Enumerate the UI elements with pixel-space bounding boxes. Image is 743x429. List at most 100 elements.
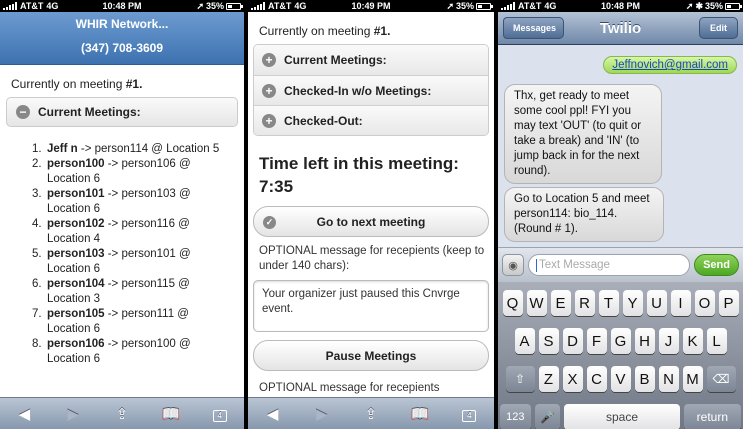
- meeting-text: person101 -> person103 @ Location 6: [47, 187, 230, 217]
- messages-back-button[interactable]: Messages: [503, 17, 565, 39]
- accordion-current-meetings[interactable]: + Current Meetings:: [254, 45, 488, 75]
- pause-meetings-button[interactable]: Pause Meetings: [253, 340, 489, 371]
- accordion-checked-out[interactable]: + Checked-Out:: [254, 105, 488, 135]
- key-k[interactable]: K: [682, 328, 703, 354]
- accordion-label: Checked-Out:: [284, 113, 363, 128]
- message-input-bar: ◉ Text Message Send: [498, 247, 743, 282]
- key-l[interactable]: L: [706, 328, 727, 354]
- key-o[interactable]: O: [694, 290, 715, 316]
- tabs-button[interactable]: 4: [454, 405, 484, 422]
- plus-icon: +: [262, 113, 276, 128]
- key-r[interactable]: R: [574, 290, 595, 316]
- message-thread[interactable]: Jeffnovich@gmail.com Thx, get ready to m…: [498, 45, 743, 247]
- meeting-number: #1.: [373, 24, 391, 38]
- forward-arrow-icon[interactable]: ▶: [58, 405, 88, 423]
- meeting-list-item: 7. person105 -> person111 @ Location 6: [32, 307, 230, 337]
- key-s[interactable]: S: [538, 328, 559, 354]
- next-meeting-button[interactable]: ✓ Go to next meeting: [253, 206, 489, 237]
- key-w[interactable]: W: [526, 290, 547, 316]
- received-message-bubble: Go to Location 5 and meet person114: bio…: [504, 187, 664, 242]
- key-x[interactable]: X: [562, 366, 583, 392]
- key-j[interactable]: J: [658, 328, 679, 354]
- meeting-text: person105 -> person111 @ Location 6: [47, 307, 230, 337]
- browser-toolbar: ◀ ▶ ⇪ 📖 4: [248, 397, 494, 429]
- key-m[interactable]: M: [682, 366, 703, 392]
- pause-meetings-label: Pause Meetings: [325, 348, 417, 363]
- check-icon: ✓: [263, 216, 276, 229]
- key-c[interactable]: C: [586, 366, 607, 392]
- numbers-key[interactable]: 123: [500, 404, 531, 429]
- carrier-label: AT&T: [518, 1, 542, 11]
- meeting-arrow: ->: [104, 248, 122, 260]
- meeting-list-item: 5. person103 -> person101 @ Location 6: [32, 247, 230, 277]
- key-h[interactable]: H: [634, 328, 655, 354]
- status-bar: AT&T 4G 10:48 PM ➚ ✱ 35%: [498, 0, 743, 12]
- shift-key[interactable]: ⇧: [505, 366, 535, 392]
- battery-percent: 35%: [455, 1, 474, 11]
- key-p[interactable]: P: [718, 290, 739, 316]
- meeting-number: 3.: [32, 188, 42, 200]
- microphone-icon: 🎤: [539, 410, 555, 424]
- key-g[interactable]: G: [610, 328, 631, 354]
- key-e[interactable]: E: [550, 290, 571, 316]
- meeting-list-item: 3. person101 -> person103 @ Location 6: [32, 187, 230, 217]
- camera-icon: ◉: [508, 259, 518, 272]
- network-label: 4G: [544, 1, 557, 11]
- meeting-text: person106 -> person100 @ Location 6: [47, 337, 230, 367]
- phone-screen-messages: AT&T 4G 10:48 PM ➚ ✱ 35% Messages Twilio…: [498, 0, 743, 429]
- key-v[interactable]: V: [610, 366, 631, 392]
- dictation-key[interactable]: 🎤: [534, 404, 561, 429]
- status-bar: AT&T 4G 10:48 PM ➚ 35%: [0, 0, 244, 12]
- sent-message-bubble[interactable]: Jeffnovich@gmail.com: [603, 56, 737, 74]
- key-a[interactable]: A: [514, 328, 535, 354]
- meeting-text: person100 -> person106 @ Location 6: [47, 157, 230, 187]
- on-screen-keyboard: QWERTYUIOP ASDFGHJKL ⇧ ZXCVBNM ⌫ 123 🎤 s…: [498, 282, 743, 429]
- bluetooth-icon: ✱: [695, 0, 703, 11]
- battery-icon: [725, 2, 742, 10]
- accordion-checked-in[interactable]: + Checked-In w/o Meetings:: [254, 75, 488, 105]
- delete-key[interactable]: ⌫: [706, 366, 736, 392]
- meetings-list: 1. Jeff n -> person114 @ Location 5 2. pers…: [32, 142, 244, 367]
- keyboard-row-1: QWERTYUIOP: [500, 290, 741, 316]
- return-key[interactable]: return: [683, 404, 741, 429]
- back-arrow-icon[interactable]: ◀: [9, 405, 39, 423]
- phone-number[interactable]: (347) 708-3609: [0, 41, 244, 55]
- meeting-arrow: ->: [104, 158, 122, 170]
- key-n[interactable]: N: [658, 366, 679, 392]
- backspace-icon: ⌫: [712, 372, 730, 386]
- meeting-arrow: ->: [104, 338, 122, 350]
- phone-screen-controls: AT&T 4G 10:49 PM ➚ 35% Currently on meet…: [248, 0, 494, 429]
- key-d[interactable]: D: [562, 328, 583, 354]
- bookmarks-icon[interactable]: 📖: [405, 405, 435, 423]
- share-icon[interactable]: ⇪: [107, 405, 137, 423]
- back-arrow-icon[interactable]: ◀: [258, 405, 288, 423]
- forward-arrow-icon[interactable]: ▶: [307, 405, 337, 423]
- key-u[interactable]: U: [646, 290, 667, 316]
- camera-button[interactable]: ◉: [502, 254, 524, 276]
- meeting-person: person100: [47, 158, 105, 170]
- key-f[interactable]: F: [586, 328, 607, 354]
- time-left-value: 7:35: [259, 177, 294, 196]
- send-button[interactable]: Send: [694, 254, 739, 276]
- location-icon: ➚: [685, 0, 694, 11]
- key-z[interactable]: Z: [538, 366, 559, 392]
- space-key[interactable]: space: [564, 404, 680, 429]
- message-textarea[interactable]: Your organizer just paused this Cnvrge e…: [253, 280, 489, 332]
- key-b[interactable]: B: [634, 366, 655, 392]
- message-input[interactable]: Text Message: [528, 254, 691, 276]
- meeting-person: person105: [47, 308, 105, 320]
- current-meetings-toggle[interactable]: − Current Meetings:: [6, 97, 238, 127]
- keyboard-row-3: ⇧ ZXCVBNM ⌫: [500, 366, 741, 392]
- location-icon: ➚: [446, 0, 454, 11]
- edit-button[interactable]: Edit: [699, 17, 738, 39]
- key-q[interactable]: Q: [502, 290, 523, 316]
- meeting-prefix: Currently on meeting: [11, 77, 126, 91]
- key-y[interactable]: Y: [622, 290, 643, 316]
- battery-icon: [226, 2, 243, 10]
- tabs-button[interactable]: 4: [205, 405, 235, 422]
- bookmarks-icon[interactable]: 📖: [156, 405, 186, 423]
- share-icon[interactable]: ⇪: [356, 405, 386, 423]
- key-t[interactable]: T: [598, 290, 619, 316]
- time-left-label: Time left in this meeting:: [259, 154, 459, 173]
- key-i[interactable]: I: [670, 290, 691, 316]
